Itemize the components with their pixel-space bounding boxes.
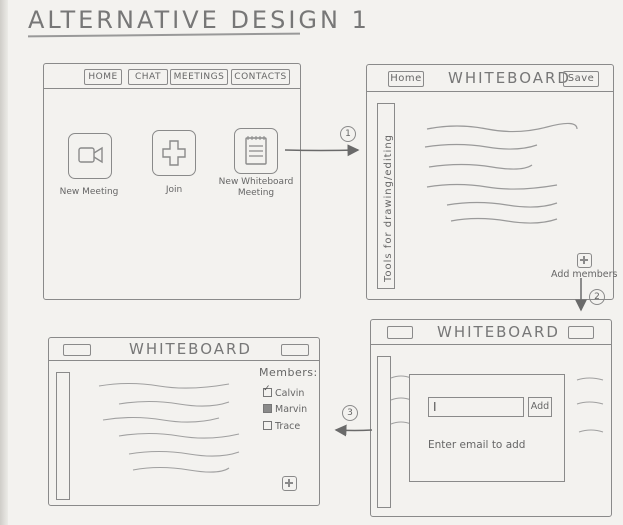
step-marker-1: 1 [340,126,356,142]
flow-arrows [284,144,587,437]
arrow-step-3 [334,424,373,437]
step-marker-3: 3 [342,405,358,421]
step-marker-2: 2 [589,289,605,305]
arrow-step-1 [284,144,360,157]
